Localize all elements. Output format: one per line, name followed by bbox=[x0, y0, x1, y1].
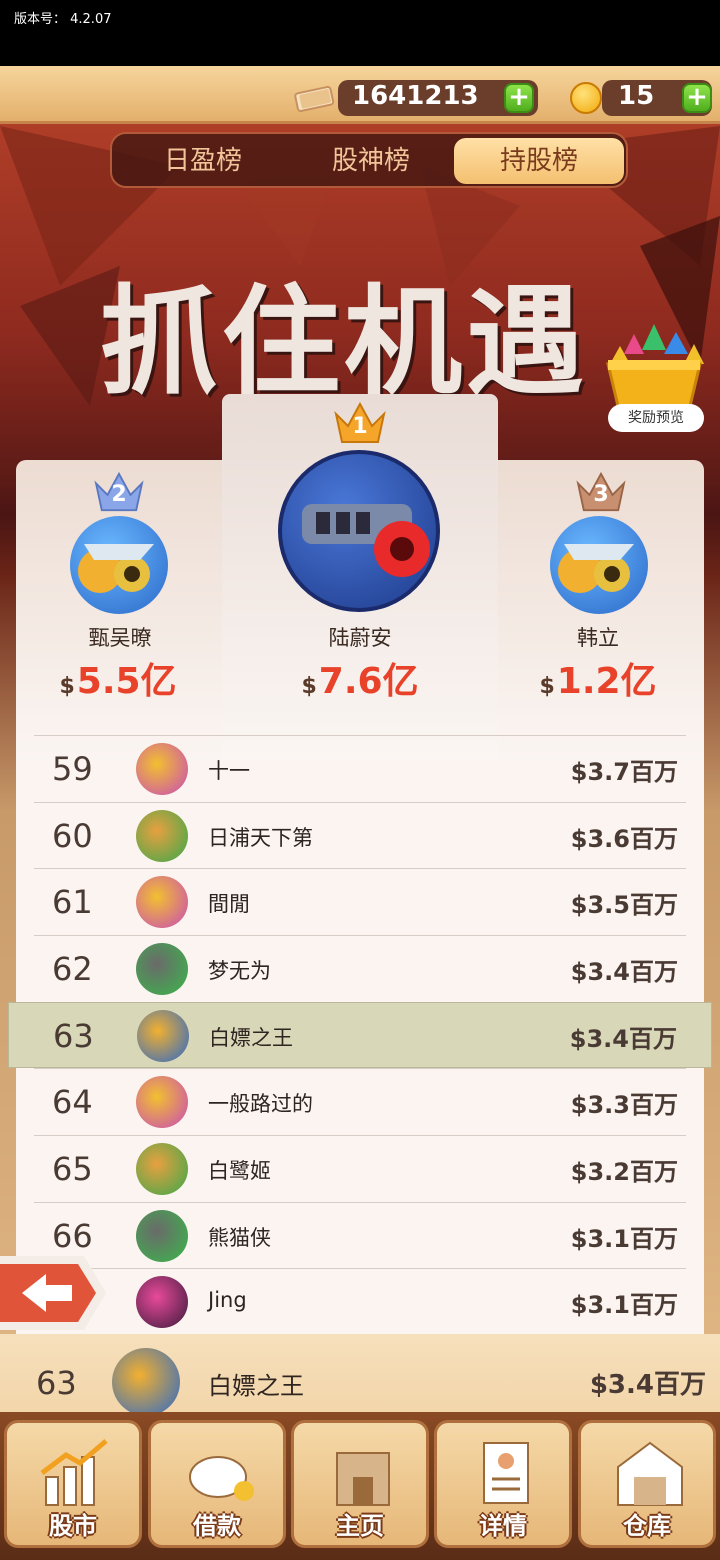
nav-warehouse[interactable]: 仓库 bbox=[578, 1420, 716, 1548]
row-rank: 60 bbox=[52, 817, 93, 855]
table-row[interactable]: 66 熊猫侠 $3.1百万 bbox=[34, 1202, 686, 1268]
table-row[interactable]: 60 日浦天下第 $3.6百万 bbox=[34, 802, 686, 868]
row-value: $3.4百万 bbox=[569, 1025, 677, 1053]
nav-label: 仓库 bbox=[623, 1512, 671, 1540]
rank-1-amount: $7.6亿 bbox=[301, 661, 419, 702]
cash-icon bbox=[294, 85, 335, 112]
document-icon bbox=[483, 1442, 529, 1504]
warehouse-icon bbox=[617, 1441, 683, 1506]
leaderboard-screen: 1641213 + 15 + 日盈榜 股神榜 持股榜 抓住机遇 奖励预览 1 陆… bbox=[0, 66, 720, 1560]
shark-avatar-icon bbox=[558, 544, 634, 593]
player-avatar bbox=[136, 810, 188, 862]
version-text: 版本号： 4.2.07 bbox=[14, 12, 112, 27]
player-avatar bbox=[136, 876, 188, 928]
tab-holdings[interactable]: 持股榜 bbox=[454, 138, 624, 184]
row-value: $3.5百万 bbox=[570, 891, 678, 919]
player-avatar bbox=[136, 1276, 188, 1328]
top-bar: 1641213 + 15 + bbox=[0, 66, 720, 124]
row-value: $3.1百万 bbox=[570, 1291, 678, 1319]
row-name: 間閒 bbox=[208, 892, 250, 916]
row-value: $3.1百万 bbox=[570, 1225, 678, 1253]
rank-2-number: 2 bbox=[111, 482, 127, 507]
nav-loan[interactable]: 借款 bbox=[148, 1420, 286, 1548]
table-row[interactable]: 61 間閒 $3.5百万 bbox=[34, 868, 686, 934]
row-rank: 61 bbox=[52, 883, 93, 921]
my-rank: 63 bbox=[36, 1364, 77, 1402]
row-name: 十一 bbox=[208, 759, 250, 783]
row-name: 一般路过的 bbox=[208, 1092, 313, 1116]
my-avatar[interactable] bbox=[112, 1348, 180, 1416]
rank-1-avatar[interactable] bbox=[278, 450, 440, 612]
row-name: 熊猫侠 bbox=[208, 1226, 271, 1250]
row-name: 白鹭姬 bbox=[208, 1159, 271, 1183]
back-button[interactable] bbox=[0, 1252, 110, 1334]
row-value: $3.6百万 bbox=[570, 825, 678, 853]
row-value: $3.3百万 bbox=[570, 1091, 678, 1119]
row-value: $3.7百万 bbox=[570, 758, 678, 786]
nav-home[interactable]: 主页 bbox=[291, 1420, 429, 1548]
gift-box-icon bbox=[606, 324, 704, 408]
rank-2-avatar[interactable] bbox=[70, 516, 168, 614]
row-value: $3.2百万 bbox=[570, 1158, 678, 1186]
coin-icon bbox=[570, 82, 602, 114]
row-rank: 64 bbox=[52, 1083, 93, 1121]
row-rank: 65 bbox=[52, 1150, 93, 1188]
nav-details[interactable]: 详情 bbox=[434, 1420, 572, 1548]
nav-label: 借款 bbox=[193, 1512, 241, 1540]
banner-title: 抓住机遇 bbox=[100, 272, 589, 411]
chart-icon bbox=[40, 1439, 108, 1506]
rank-1-name: 陆蔚安 bbox=[328, 626, 392, 650]
player-avatar bbox=[137, 1010, 189, 1062]
rank-2-amount: $5.5亿 bbox=[59, 661, 177, 702]
row-rank: 62 bbox=[52, 950, 93, 988]
row-name: Jing bbox=[208, 1288, 247, 1312]
piggy-bank-icon bbox=[189, 1456, 254, 1501]
row-rank: 63 bbox=[53, 1017, 94, 1055]
shark-avatar-icon bbox=[78, 544, 154, 593]
rank-1-number: 1 bbox=[352, 414, 368, 439]
bottom-nav: 股市 借款 主页 详情 仓库 bbox=[0, 1412, 720, 1560]
home-icon bbox=[336, 1452, 390, 1506]
table-row[interactable]: 62 梦无为 $3.4百万 bbox=[34, 935, 686, 1001]
nav-label: 股市 bbox=[49, 1512, 97, 1540]
player-avatar bbox=[136, 743, 188, 795]
rank-2-name: 甄吴暸 bbox=[88, 626, 152, 650]
banner: 抓住机遇 bbox=[80, 206, 600, 411]
table-row[interactable]: Jing $3.1百万 bbox=[34, 1268, 686, 1334]
table-row[interactable]: 64 一般路过的 $3.3百万 bbox=[34, 1068, 686, 1134]
player-avatar bbox=[136, 943, 188, 995]
add-cash-button[interactable]: + bbox=[504, 83, 534, 113]
reward-preview-label: 奖励预览 bbox=[608, 404, 704, 432]
table-row[interactable]: 59 十一 $3.7百万 bbox=[34, 735, 686, 801]
row-rank: 66 bbox=[52, 1217, 93, 1255]
leaderboard-tabs: 日盈榜 股神榜 持股榜 bbox=[110, 132, 628, 188]
my-name: 白嫖之王 bbox=[208, 1372, 304, 1400]
row-name: 日浦天下第 bbox=[208, 826, 313, 850]
row-name: 白嫖之王 bbox=[209, 1026, 293, 1050]
nav-stock-market[interactable]: 股市 bbox=[4, 1420, 142, 1548]
cash-value: 1641213 bbox=[352, 81, 479, 111]
reward-preview-button[interactable]: 奖励预览 bbox=[594, 324, 714, 436]
rank-3-name: 韩立 bbox=[577, 626, 619, 650]
rank-3-amount: $1.2亿 bbox=[539, 661, 657, 702]
table-row-current-player[interactable]: 63 白嫖之王 $3.4百万 bbox=[8, 1002, 712, 1068]
player-avatar bbox=[136, 1076, 188, 1128]
my-value: $3.4百万 bbox=[589, 1370, 706, 1400]
status-bar: 版本号： 4.2.07 bbox=[0, 0, 720, 66]
row-value: $3.4百万 bbox=[570, 958, 678, 986]
coin-value: 15 bbox=[618, 81, 655, 111]
tab-daily-profit[interactable]: 日盈榜 bbox=[118, 138, 288, 184]
tab-stock-god[interactable]: 股神榜 bbox=[286, 138, 456, 184]
nav-label: 详情 bbox=[479, 1512, 527, 1540]
player-avatar bbox=[136, 1143, 188, 1195]
row-name: 梦无为 bbox=[208, 959, 271, 983]
player-avatar bbox=[136, 1210, 188, 1262]
rank-3-avatar[interactable] bbox=[550, 516, 648, 614]
nav-label: 主页 bbox=[336, 1512, 384, 1540]
add-coins-button[interactable]: + bbox=[682, 83, 712, 113]
rank-3-number: 3 bbox=[593, 482, 609, 507]
table-row[interactable]: 65 白鹭姬 $3.2百万 bbox=[34, 1135, 686, 1201]
row-rank: 59 bbox=[52, 750, 93, 788]
